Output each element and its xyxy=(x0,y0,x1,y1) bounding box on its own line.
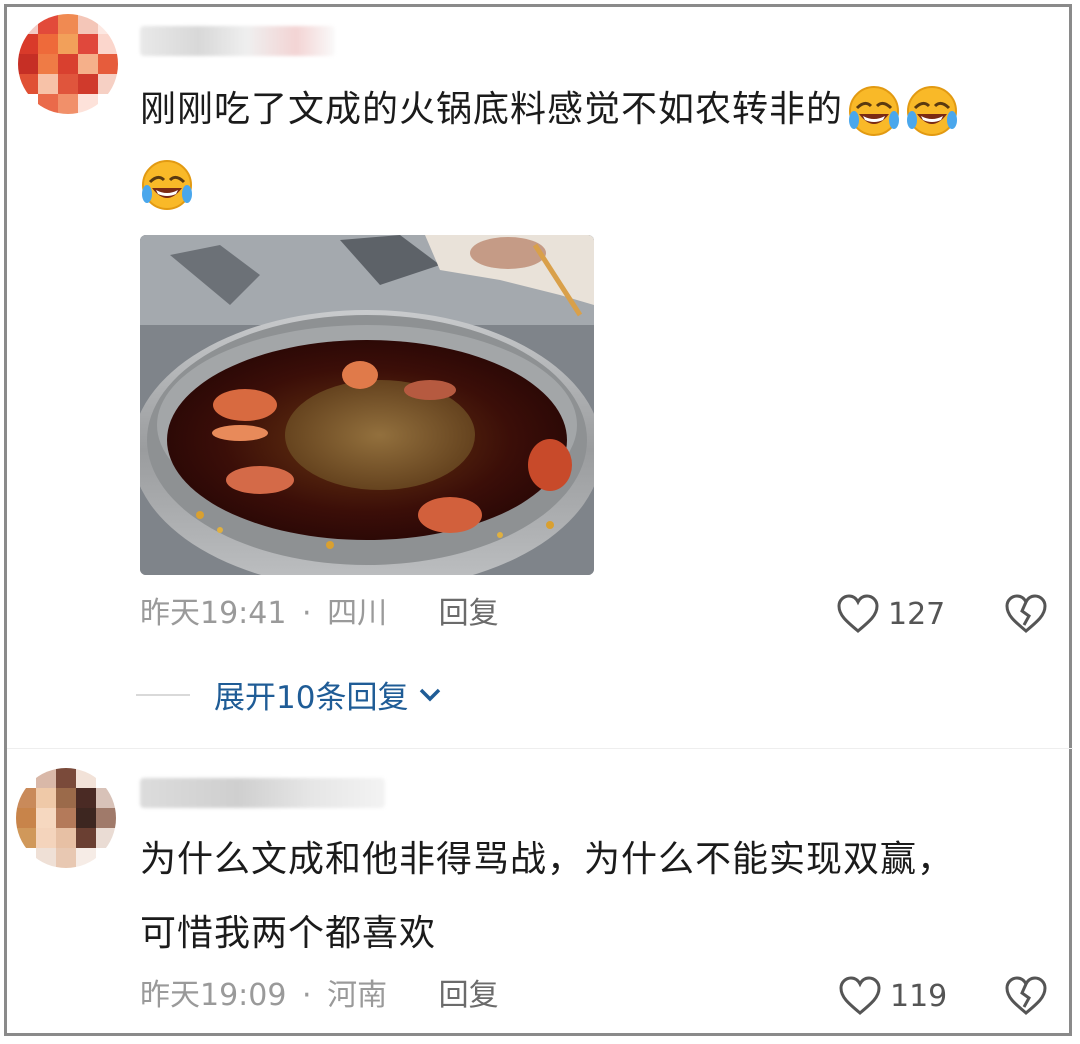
laugh-cry-emoji xyxy=(140,158,194,212)
broken-heart-icon xyxy=(1005,976,1047,1015)
divider-line xyxy=(136,693,190,696)
like-count: 127 xyxy=(888,596,946,632)
comment-location: 四川 xyxy=(327,596,388,631)
comment-location: 河南 xyxy=(327,978,388,1013)
comment-meta: 昨天19:41 · 四川 回复 xyxy=(140,594,499,634)
chevron-down-icon xyxy=(420,688,441,701)
comment-meta: 昨天19:09 · 河南 回复 xyxy=(140,976,499,1016)
username[interactable] xyxy=(140,26,335,56)
expand-replies-button[interactable]: 展开10条回复 xyxy=(136,672,442,717)
heart-outline-icon xyxy=(839,976,881,1015)
dislike-button[interactable] xyxy=(1004,976,1048,1020)
expand-replies-label: 展开10条回复 xyxy=(214,680,409,716)
avatar[interactable] xyxy=(18,14,118,114)
like-count: 119 xyxy=(890,978,948,1014)
comment-time: 昨天19:41 xyxy=(140,596,287,631)
meta-separator: · xyxy=(302,596,312,631)
avatar[interactable] xyxy=(16,768,116,868)
comment-text-line2: 可惜我两个都喜欢 xyxy=(140,913,437,954)
reply-button[interactable]: 回复 xyxy=(439,978,499,1013)
heart-outline-icon xyxy=(837,594,879,633)
comment-body: 为什么文成和他非得骂战，为什么不能实现双赢， 可惜我两个都喜欢 xyxy=(140,823,1060,971)
reply-button[interactable]: 回复 xyxy=(439,596,499,631)
comment-text-line1: 为什么文成和他非得骂战，为什么不能实现双赢， xyxy=(140,839,955,880)
comment-body: 刚刚吃了文成的火锅底料感觉不如农转非的 xyxy=(140,73,1050,221)
broken-heart-icon xyxy=(1005,594,1047,633)
dislike-button[interactable] xyxy=(1004,594,1048,638)
comment-image-hotpot[interactable] xyxy=(140,235,594,575)
laugh-cry-emoji xyxy=(905,84,959,138)
laugh-cry-emoji xyxy=(847,84,901,138)
comment-text: 刚刚吃了文成的火锅底料感觉不如农转非的 xyxy=(140,89,844,130)
like-button[interactable]: 127 xyxy=(836,594,945,634)
comment-time: 昨天19:09 xyxy=(140,978,287,1013)
meta-separator: · xyxy=(302,978,312,1013)
like-button[interactable]: 119 xyxy=(838,976,947,1016)
username[interactable] xyxy=(140,778,385,808)
comment-divider xyxy=(7,748,1073,749)
